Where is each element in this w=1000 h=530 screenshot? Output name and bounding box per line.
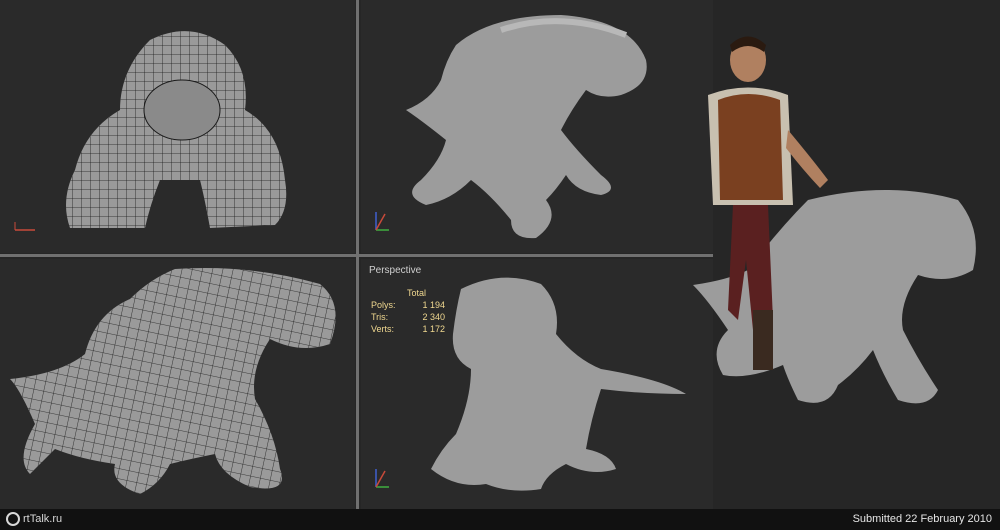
creature-side-wireframe: [10, 268, 336, 494]
logo-text: rtTalk.ru: [23, 513, 63, 525]
axis-gizmo-icon: [14, 222, 35, 231]
creature-shaded-back: [375, 277, 686, 491]
viewport-divider-horizontal[interactable]: [0, 254, 713, 257]
viewport-top-right[interactable]: [361, 0, 713, 253]
artalk-logo-icon: [6, 512, 20, 526]
viewport-bottom-left[interactable]: [0, 259, 355, 509]
artalk-logo[interactable]: rtTalk.ru: [6, 512, 62, 526]
viewport-front[interactable]: [0, 0, 355, 253]
submitted-date: Submitted 22 February 2010: [852, 513, 992, 525]
creature-shaded-side: [375, 15, 647, 239]
render-rider-creature: [688, 30, 1000, 450]
axis-gizmo-icon: [375, 469, 389, 488]
viewport-perspective[interactable]: Perspective Total Polys: 1 194 Tris: 2 340…: [361, 259, 713, 509]
creature-front-wireframe: [14, 31, 287, 231]
axis-gizmo-icon: [375, 212, 389, 231]
viewport-layout: Perspective Total Polys: 1 194 Tris: 2 340…: [0, 0, 1000, 530]
footer-bar: rtTalk.ru Submitted 22 February 2010: [0, 509, 1000, 530]
